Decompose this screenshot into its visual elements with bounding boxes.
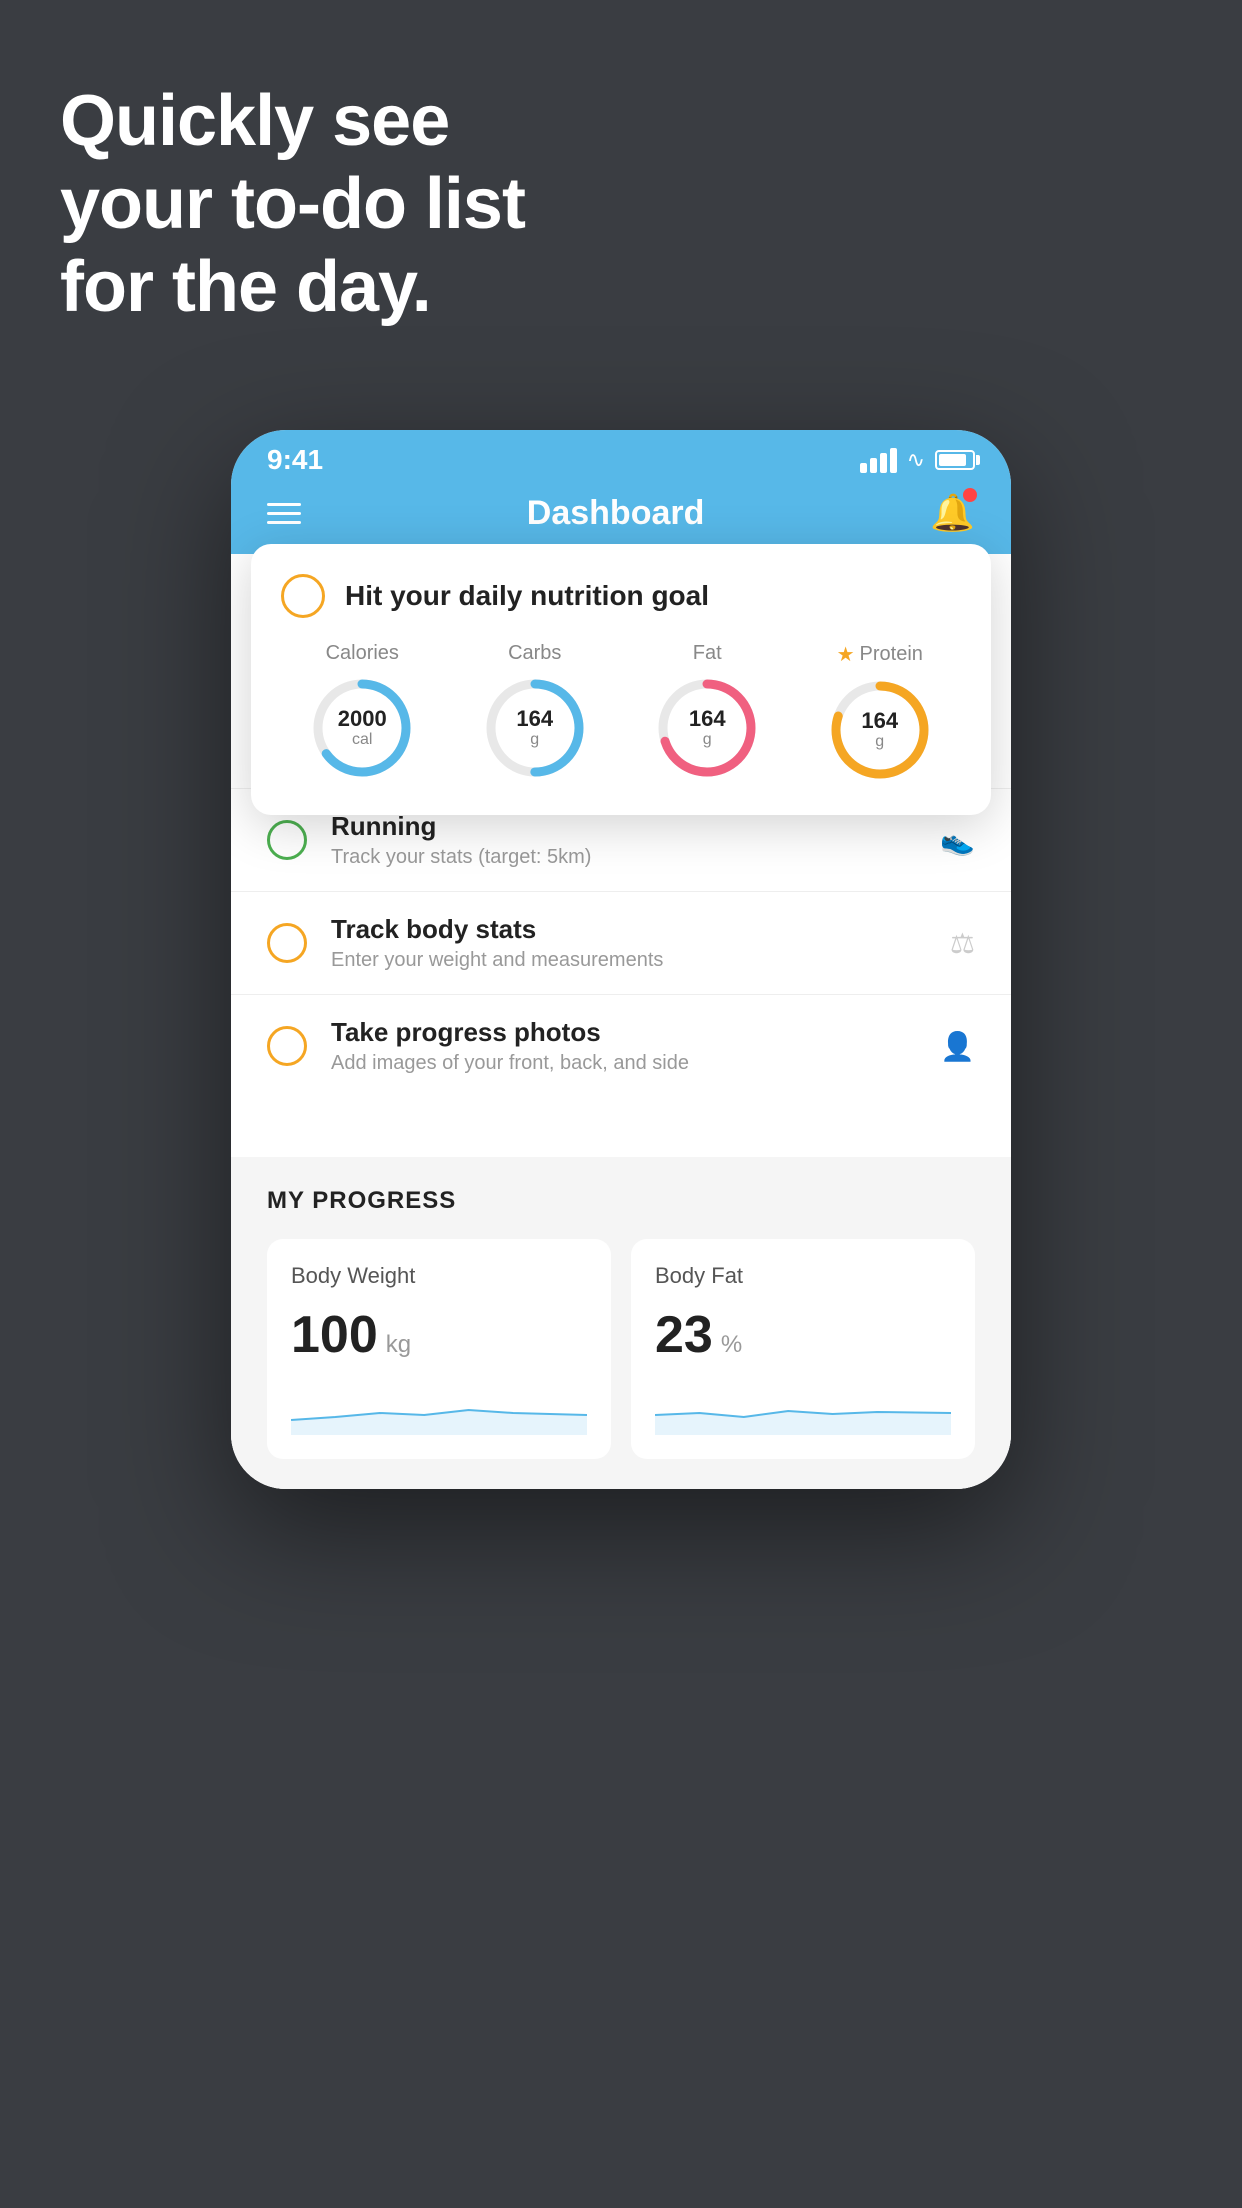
body-stats-text: Track body stats Enter your weight and m… xyxy=(331,914,926,972)
running-subtitle: Track your stats (target: 5km) xyxy=(331,846,916,869)
star-icon: ★ xyxy=(837,642,855,667)
calories-value: 2000 xyxy=(338,707,387,731)
calories-label: Calories xyxy=(326,642,399,665)
todo-body-stats[interactable]: Track body stats Enter your weight and m… xyxy=(231,891,1011,994)
carbs-donut: 164 g xyxy=(480,673,590,783)
wifi-icon: ∿ xyxy=(907,447,925,473)
progress-cards: Body Weight 100 kg Body Fat xyxy=(267,1239,975,1459)
hero-text: Quickly see your to-do list for the day. xyxy=(60,80,525,328)
card-header: Hit your daily nutrition goal xyxy=(281,574,961,618)
nav-title: Dashboard xyxy=(527,494,705,533)
carbs-label: Carbs xyxy=(508,642,561,665)
notification-dot xyxy=(963,488,977,502)
protein-unit: g xyxy=(861,733,898,751)
status-bar: 9:41 ∿ xyxy=(231,430,1011,482)
running-circle xyxy=(267,820,307,860)
body-fat-value-container: 23 % xyxy=(655,1305,951,1365)
fat-value: 164 xyxy=(689,707,726,731)
body-weight-title: Body Weight xyxy=(291,1263,587,1289)
running-text: Running Track your stats (target: 5km) xyxy=(331,811,916,869)
scale-icon: ⚖ xyxy=(950,927,975,960)
nutrition-card-title: Hit your daily nutrition goal xyxy=(345,580,709,612)
body-fat-unit: % xyxy=(721,1331,742,1359)
body-fat-number: 23 xyxy=(655,1305,713,1365)
body-stats-title: Track body stats xyxy=(331,914,926,945)
photos-text: Take progress photos Add images of your … xyxy=(331,1017,916,1075)
progress-section-title: MY PROGRESS xyxy=(267,1187,975,1215)
protein-donut: 164 g xyxy=(825,675,935,785)
carbs-unit: g xyxy=(516,731,553,749)
protein-label: ★ Protein xyxy=(837,642,923,667)
running-icon: 👟 xyxy=(940,824,975,857)
fat-unit: g xyxy=(689,731,726,749)
battery-icon xyxy=(935,450,975,470)
photos-title: Take progress photos xyxy=(331,1017,916,1048)
body-fat-title: Body Fat xyxy=(655,1263,951,1289)
signal-icon xyxy=(860,448,897,473)
notification-bell[interactable]: 🔔 xyxy=(930,492,975,534)
body-stats-subtitle: Enter your weight and measurements xyxy=(331,949,926,972)
protein-value: 164 xyxy=(861,709,898,733)
nutrition-carbs: Carbs 164 g xyxy=(480,642,590,785)
body-weight-unit: kg xyxy=(386,1331,411,1359)
fat-label: Fat xyxy=(693,642,722,665)
running-title: Running xyxy=(331,811,916,842)
photos-subtitle: Add images of your front, back, and side xyxy=(331,1052,916,1075)
body-weight-value-container: 100 kg xyxy=(291,1305,587,1365)
body-stats-circle xyxy=(267,923,307,963)
phone-content: THINGS TO DO TODAY Hit your daily nutrit… xyxy=(231,554,1011,1489)
photos-circle xyxy=(267,1026,307,1066)
nutrition-grid: Calories 2000 cal Carbs xyxy=(281,642,961,785)
nutrition-fat: Fat 164 g xyxy=(652,642,762,785)
calories-unit: cal xyxy=(338,731,387,749)
nutrition-card: Hit your daily nutrition goal Calories 2… xyxy=(251,544,991,815)
body-fat-sparkline xyxy=(655,1385,951,1435)
status-time: 9:41 xyxy=(267,444,323,476)
body-weight-sparkline xyxy=(291,1385,587,1435)
status-icons: ∿ xyxy=(860,447,975,473)
carbs-value: 164 xyxy=(516,707,553,731)
calories-donut: 2000 cal xyxy=(307,673,417,783)
body-weight-number: 100 xyxy=(291,1305,378,1365)
fat-donut: 164 g xyxy=(652,673,762,783)
phone-mockup: 9:41 ∿ Dashboard 🔔 THINGS TO DO TODAY xyxy=(231,430,1011,1489)
body-fat-card[interactable]: Body Fat 23 % xyxy=(631,1239,975,1459)
body-weight-card[interactable]: Body Weight 100 kg xyxy=(267,1239,611,1459)
todo-list: Running Track your stats (target: 5km) 👟… xyxy=(231,788,1011,1097)
nutrition-calories: Calories 2000 cal xyxy=(307,642,417,785)
nutrition-protein: ★ Protein 164 g xyxy=(825,642,935,785)
nutrition-check-circle[interactable] xyxy=(281,574,325,618)
hamburger-menu[interactable] xyxy=(267,503,301,524)
todo-photos[interactable]: Take progress photos Add images of your … xyxy=(231,994,1011,1097)
person-icon: 👤 xyxy=(940,1030,975,1063)
progress-section: MY PROGRESS Body Weight 100 kg xyxy=(231,1157,1011,1489)
